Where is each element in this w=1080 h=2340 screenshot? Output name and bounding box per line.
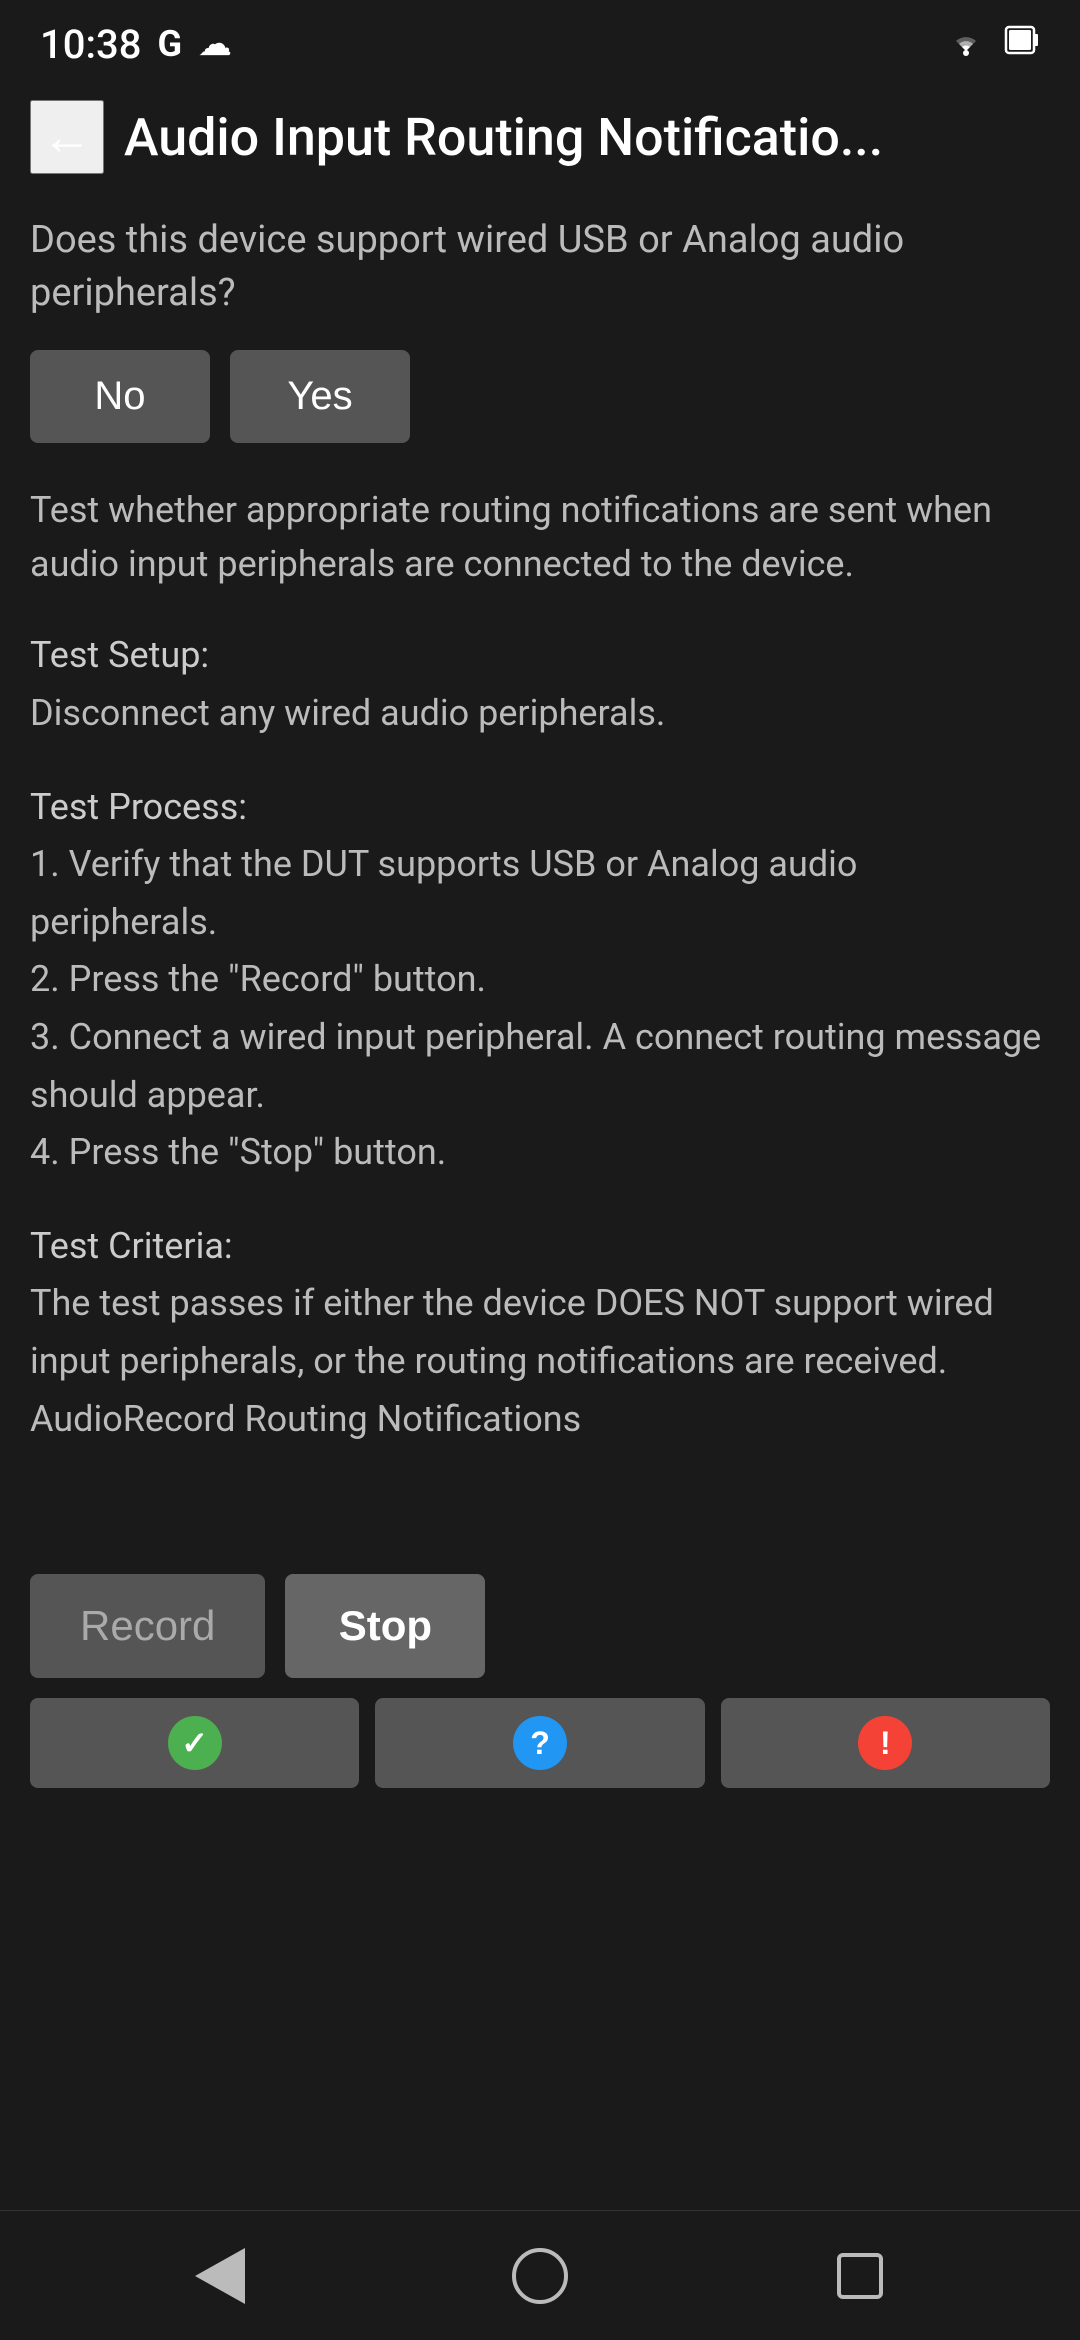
status-right xyxy=(944,21,1040,67)
test-criteria-section: Test Criteria: The test passes if either… xyxy=(30,1218,1050,1448)
stop-button[interactable]: Stop xyxy=(285,1574,485,1678)
yes-no-row: No Yes xyxy=(30,350,1050,443)
cloud-icon: ☁ xyxy=(198,24,232,64)
error-icon: ! xyxy=(858,1716,912,1770)
nav-home-button[interactable] xyxy=(510,2246,570,2306)
status-bar: 10:38 G ☁ xyxy=(0,0,1080,80)
status-icons-row: ✓ ? ! xyxy=(30,1698,1050,1788)
pass-icon: ✓ xyxy=(168,1716,222,1770)
nav-recents-button[interactable] xyxy=(830,2246,890,2306)
description-text: Test whether appropriate routing notific… xyxy=(30,483,1050,591)
test-process-section: Test Process: 1. Verify that the DUT sup… xyxy=(30,779,1050,1182)
help-button[interactable]: ? xyxy=(375,1698,704,1788)
nav-back-button[interactable] xyxy=(190,2246,250,2306)
nav-recents-icon xyxy=(830,2246,890,2306)
action-buttons-row: Record Stop xyxy=(30,1574,1050,1678)
status-time: 10:38 xyxy=(40,21,141,68)
nav-back-icon xyxy=(190,2246,250,2306)
nav-bar xyxy=(0,2210,1080,2340)
question-text: Does this device support wired USB or An… xyxy=(30,214,1050,320)
help-icon: ? xyxy=(513,1716,567,1770)
test-process-label: Test Process: xyxy=(30,786,247,828)
test-setup-label: Test Setup: xyxy=(30,634,209,676)
record-button[interactable]: Record xyxy=(30,1574,265,1678)
wifi-icon xyxy=(944,23,988,65)
test-criteria-label: Test Criteria: xyxy=(30,1225,233,1267)
test-setup-body: Disconnect any wired audio peripherals. xyxy=(30,692,665,734)
pass-button[interactable]: ✓ xyxy=(30,1698,359,1788)
test-criteria-body: The test passes if either the device DOE… xyxy=(30,1282,994,1439)
main-content: Does this device support wired USB or An… xyxy=(0,204,1080,1514)
status-left: 10:38 G ☁ xyxy=(40,21,232,68)
header: ← Audio Input Routing Notificatio... xyxy=(0,80,1080,204)
test-setup-section: Test Setup: Disconnect any wired audio p… xyxy=(30,627,1050,742)
no-button[interactable]: No xyxy=(30,350,210,443)
page-title: Audio Input Routing Notificatio... xyxy=(124,107,1050,168)
test-process-body: 1. Verify that the DUT supports USB or A… xyxy=(30,843,1041,1173)
back-button[interactable]: ← xyxy=(30,100,104,174)
yes-button[interactable]: Yes xyxy=(230,350,410,443)
error-button[interactable]: ! xyxy=(721,1698,1050,1788)
nav-home-icon xyxy=(510,2246,570,2306)
battery-icon xyxy=(1004,21,1040,67)
google-icon: G xyxy=(157,23,182,65)
